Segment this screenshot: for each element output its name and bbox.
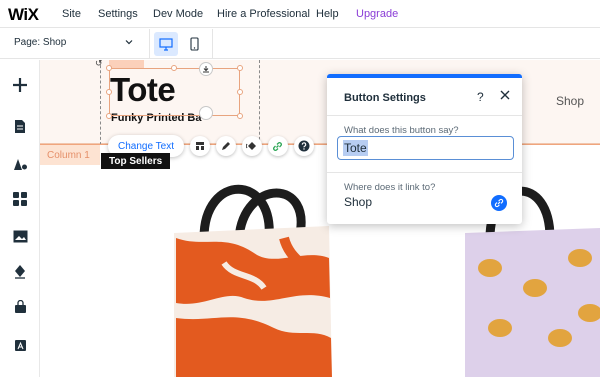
nav-shop-link[interactable]: Shop: [556, 94, 584, 108]
resize-handle[interactable]: [106, 89, 112, 95]
mobile-view-button[interactable]: [182, 32, 206, 56]
desktop-icon: [159, 37, 173, 51]
drag-handle[interactable]: [199, 106, 213, 120]
menu-site[interactable]: Site: [62, 8, 81, 20]
resize-handle[interactable]: [106, 113, 112, 119]
media-button[interactable]: [9, 225, 31, 247]
column-label[interactable]: Column 1: [47, 150, 90, 161]
link-label: Where does it link to?: [344, 182, 436, 193]
design-tool-button[interactable]: [189, 136, 210, 156]
apps-grid-icon: [13, 192, 27, 206]
design-button[interactable]: [9, 153, 31, 175]
link-tool-button[interactable]: [267, 136, 288, 156]
image-icon: [13, 230, 27, 242]
store-button[interactable]: [9, 296, 31, 318]
menu-dev-mode[interactable]: Dev Mode: [153, 8, 203, 20]
animation-tool-button[interactable]: [241, 136, 262, 156]
mobile-icon: [189, 37, 199, 51]
link-icon: [494, 198, 504, 208]
animation-icon: [245, 142, 256, 150]
resize-handle[interactable]: [237, 113, 243, 119]
link-value[interactable]: Shop: [344, 195, 372, 209]
paint-icon: [14, 158, 27, 170]
shopping-bag-icon: [14, 300, 26, 313]
menu-settings[interactable]: Settings: [98, 8, 138, 20]
resize-handle[interactable]: [171, 65, 177, 71]
download-button[interactable]: [199, 62, 213, 76]
help-icon: [298, 140, 310, 152]
menu-upgrade[interactable]: Upgrade: [356, 8, 398, 20]
resize-handle[interactable]: [237, 89, 243, 95]
panel-title: Button Settings: [344, 92, 426, 104]
page-selector[interactable]: Page: Shop: [14, 37, 66, 48]
orange-tote-image[interactable]: [164, 178, 344, 377]
desktop-view-button[interactable]: [154, 32, 178, 56]
selection-tag: [109, 60, 144, 68]
pages-button[interactable]: [9, 115, 31, 137]
download-icon: [203, 66, 209, 73]
resize-handle[interactable]: [237, 65, 243, 71]
resize-handle[interactable]: [106, 65, 112, 71]
divider: [327, 115, 522, 116]
chevron-down-icon[interactable]: [124, 37, 134, 47]
portfolio-button[interactable]: [9, 333, 31, 355]
help-tool-button[interactable]: [293, 136, 314, 156]
divider: [327, 172, 522, 173]
link-icon: [273, 141, 283, 151]
button-text-label: What does this button say?: [344, 125, 459, 136]
wix-logo[interactable]: WiX: [8, 5, 39, 25]
rotate-icon[interactable]: ↺: [95, 60, 103, 69]
layout-icon: [195, 142, 204, 150]
top-sellers-heading[interactable]: Top Sellers: [101, 153, 171, 169]
menu-help[interactable]: Help: [316, 8, 339, 20]
button-text-value[interactable]: Tote: [343, 140, 368, 156]
bag-letter-icon: [14, 339, 26, 351]
edit-link-button[interactable]: [491, 195, 507, 211]
add-elements-button[interactable]: [9, 74, 31, 96]
top-menu-bar: WiX Site Settings Dev Mode Hire a Profes…: [0, 0, 600, 28]
page-icon: [15, 119, 25, 133]
menu-hire-professional[interactable]: Hire a Professional: [217, 8, 310, 20]
divider: [212, 29, 213, 59]
apps-button[interactable]: [9, 188, 31, 210]
selection-box[interactable]: [109, 68, 240, 116]
page-toolbar: Page: Shop: [0, 29, 600, 59]
left-tool-rail: [0, 60, 40, 377]
divider: [149, 29, 150, 59]
button-settings-panel: Button Settings ? What does this button …: [327, 74, 522, 224]
panel-help-button[interactable]: ?: [477, 90, 484, 104]
pencil-icon: [221, 142, 230, 150]
blog-button[interactable]: [9, 260, 31, 282]
plus-icon: [13, 78, 27, 92]
close-icon[interactable]: [499, 89, 511, 101]
edit-tool-button[interactable]: [215, 136, 236, 156]
pen-icon: [15, 264, 25, 279]
